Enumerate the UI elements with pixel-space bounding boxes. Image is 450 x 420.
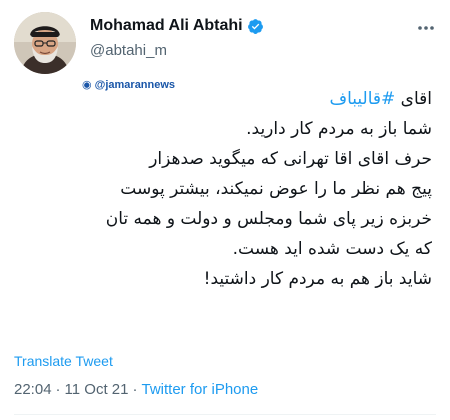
tweet-line-1-prefix: اقای [395,89,432,109]
tweet-source-link[interactable]: Twitter for iPhone [141,381,258,398]
tweet-line-5: خربزه زیر پای شما ومجلس و دولت و همه تان [105,209,432,229]
tweet-time[interactable]: 22:04 [14,381,52,398]
tweet-line-6: که یک دست شده اید هست. [232,239,432,259]
verified-badge-icon [247,18,264,35]
tweet-line-7: شاید باز هم به مردم کار داشتید! [203,269,432,289]
author-display-name[interactable]: Mohamad Ali Abtahi [90,17,243,35]
avatar[interactable] [14,12,76,74]
tweet-meta: 22:04 · 11 Oct 21 · Twitter for iPhone [14,381,258,398]
tweet-text: اقای #قالیباف شما باز به مردم کار دارید.… [14,84,432,294]
meta-separator: · [55,381,61,398]
hashtag-link[interactable]: #قالیباف [329,89,395,109]
tweet-card: Mohamad Ali Abtahi @abtahi_m ◉ @jamarann… [0,0,450,420]
tweet-line-1: اقای #قالیباف [14,84,432,114]
tweet-line-2: شما باز به مردم کار دارید. [246,119,432,139]
more-options-icon[interactable] [416,18,436,38]
divider [14,414,436,415]
tweet-date[interactable]: 11 Oct 21 [65,381,129,398]
tweet-header: Mohamad Ali Abtahi @abtahi_m [0,0,450,80]
translate-tweet-link[interactable]: Translate Tweet [14,353,113,369]
meta-separator-2: · [132,381,138,398]
tweet-line-4: پیج هم نظر ما را عوض نمیکند، بیشتر پوست [120,179,432,199]
author-name-row[interactable]: Mohamad Ali Abtahi [90,17,264,35]
tweet-line-3: حرف اقای اقا تهرانی که میگوید صدهزار [149,149,432,169]
author-handle[interactable]: @abtahi_m [90,42,167,59]
avatar-image [14,12,76,74]
